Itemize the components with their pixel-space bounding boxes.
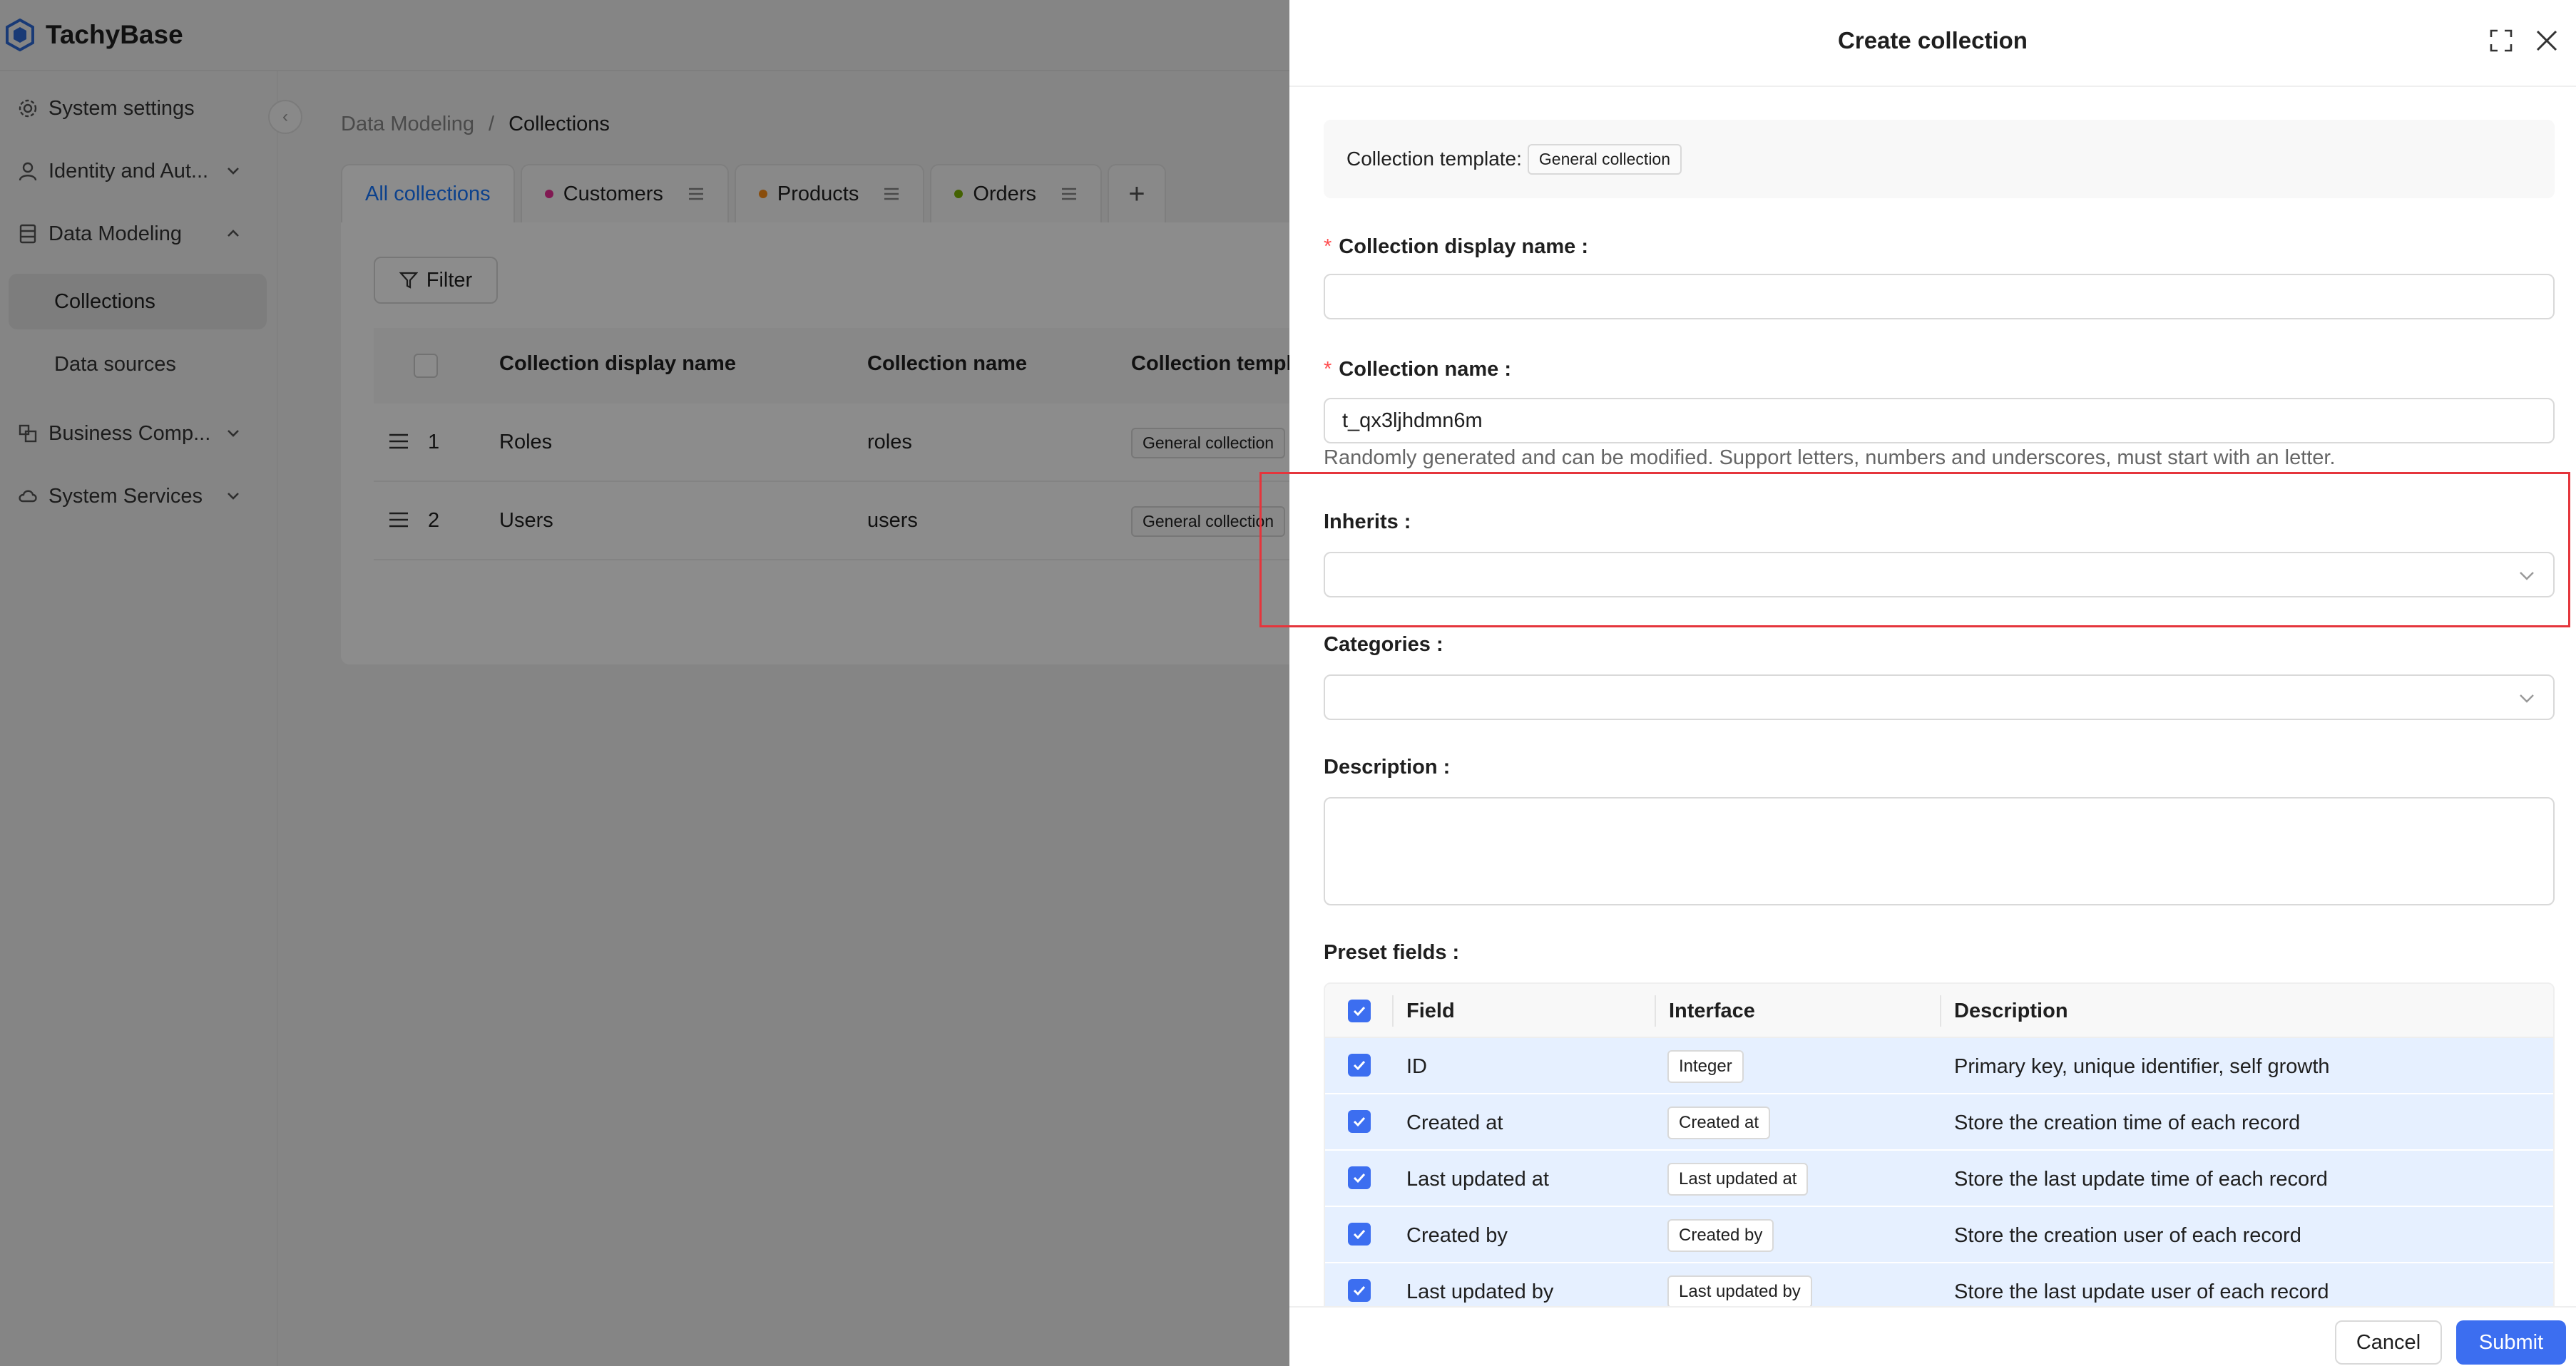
description-textarea[interactable] [1324,797,2555,905]
drawer-body: Collection template: General collection … [1289,87,2576,1306]
interface-tag: Integer [1667,1050,1744,1083]
close-icon[interactable] [2533,27,2560,54]
check-icon [1353,1116,1366,1127]
cancel-button[interactable]: Cancel [2335,1320,2442,1365]
field-description: Store the creation time of each record [1954,1111,2301,1134]
categories-select[interactable] [1324,674,2555,720]
collection-name-input[interactable]: t_qx3ljhdmn6m [1324,398,2555,443]
display-name-label: * Collection display name : [1324,235,1588,258]
column-header: Description [1954,1000,2068,1022]
column-divider [1655,995,1656,1027]
preset-fields-label: Preset fields : [1324,941,1460,964]
collection-name-label: * Collection name : [1324,358,1512,381]
drawer-title: Create collection [1838,27,2028,53]
check-icon [1353,1229,1366,1240]
template-tag: General collection [1527,143,1682,175]
row-checkbox[interactable] [1348,1279,1371,1302]
collection-name-help: Randomly generated and can be modified. … [1324,446,2336,469]
preset-table-header: Field Interface Description [1325,984,2553,1038]
description-label: Description : [1324,756,1451,779]
drawer-header: Create collection [1289,0,2576,87]
chevron-down-icon [2520,694,2534,703]
column-divider [1392,995,1394,1027]
submit-button[interactable]: Submit [2456,1320,2566,1365]
row-checkbox[interactable] [1348,1054,1371,1077]
interface-tag: Created at [1667,1106,1771,1139]
interface-tag: Last updated by [1667,1275,1812,1306]
drawer-footer: Cancel Submit [1289,1306,2576,1366]
select-all-checkbox[interactable] [1348,1000,1371,1022]
row-checkbox[interactable] [1348,1110,1371,1133]
table-row[interactable]: Last updated by Last updated by Store th… [1325,1263,2553,1306]
column-divider [1940,995,1941,1027]
template-label: Collection template: [1346,148,1522,170]
table-row[interactable]: Last updated at Last updated at Store th… [1325,1151,2553,1207]
row-checkbox[interactable] [1348,1223,1371,1246]
field-description: Store the last update user of each recor… [1954,1280,2329,1303]
chevron-down-icon [2520,572,2534,580]
check-icon [1353,1285,1366,1296]
inherits-select[interactable] [1324,552,2555,597]
display-name-input[interactable] [1324,274,2555,319]
check-icon [1353,1006,1366,1017]
field-name: ID [1406,1055,1427,1078]
field-description: Store the last update time of each recor… [1954,1168,2328,1191]
categories-label: Categories : [1324,633,1443,656]
check-icon [1353,1060,1366,1071]
table-row[interactable]: ID Integer Primary key, unique identifie… [1325,1038,2553,1094]
field-description: Store the creation user of each record [1954,1224,2301,1247]
table-row[interactable]: Created at Created at Store the creation… [1325,1094,2553,1151]
interface-tag: Created by [1667,1219,1774,1252]
field-name: Last updated by [1406,1280,1554,1303]
preset-fields-table: Field Interface Description ID Integer P… [1324,982,2555,1306]
inherits-label: Inherits : [1324,510,1411,533]
collection-template-box: Collection template: General collection [1324,120,2555,198]
column-header: Field [1406,1000,1455,1022]
column-header: Interface [1669,1000,1755,1022]
field-name: Created at [1406,1111,1503,1134]
create-collection-drawer: Create collection Collection template: G… [1289,0,2576,1366]
field-name: Last updated at [1406,1168,1549,1191]
row-checkbox[interactable] [1348,1166,1371,1189]
fullscreen-icon[interactable] [2489,29,2513,53]
interface-tag: Last updated at [1667,1163,1809,1196]
table-row[interactable]: Created by Created by Store the creation… [1325,1207,2553,1263]
field-description: Primary key, unique identifier, self gro… [1954,1055,2330,1078]
field-name: Created by [1406,1224,1508,1247]
check-icon [1353,1173,1366,1183]
